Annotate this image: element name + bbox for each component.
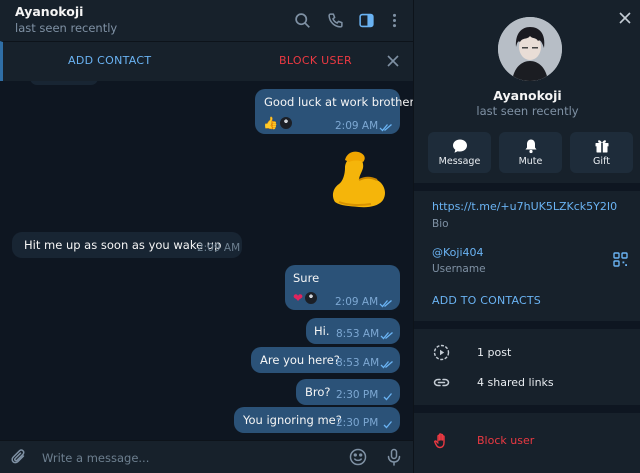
message-time: 2:09 AM: [197, 242, 241, 254]
microphone-icon[interactable]: [385, 448, 403, 466]
message-icon: [452, 139, 467, 153]
shared-links-row[interactable]: 4 shared links: [414, 369, 640, 397]
message-text: Sure: [293, 271, 320, 285]
attach-icon[interactable]: [11, 449, 27, 465]
reactor-avatar: [304, 290, 319, 305]
chat-header: Ayanokoji last seen recently: [0, 0, 413, 41]
message-text: Bro?: [305, 385, 331, 399]
reactor-avatar: [278, 115, 293, 130]
divider: [414, 405, 640, 413]
gift-button-label: Gift: [593, 156, 610, 167]
message-button[interactable]: Message: [428, 132, 491, 173]
gift-icon: [595, 140, 608, 153]
block-user-row[interactable]: Block user: [414, 427, 640, 455]
message-time: 2:09 AM: [335, 296, 379, 308]
message-text: Are you here?: [260, 353, 340, 367]
chat-title[interactable]: Ayanokoji: [15, 4, 83, 19]
message-time: 2:09 AM: [335, 120, 379, 132]
message-text: Hi.: [314, 324, 330, 338]
contact-action-bar: ADD CONTACT BLOCK USER: [0, 41, 413, 81]
block-user-button[interactable]: BLOCK USER: [279, 54, 352, 67]
profile-panel: Ayanokoji last seen recently Message Mut…: [413, 0, 640, 473]
username-value[interactable]: @Koji404: [432, 246, 484, 259]
close-icon[interactable]: [386, 54, 400, 68]
message-composer: [0, 440, 413, 473]
qr-code-icon[interactable]: [613, 252, 628, 267]
shared-links-count: 4 shared links: [477, 376, 554, 389]
message-bubble[interactable]: You ignoring me? 2:30 PM: [234, 407, 400, 433]
message-bubble[interactable]: Are you here? 8:53 AM: [251, 347, 400, 373]
hand-stop-icon: [434, 433, 445, 449]
post-icon: [433, 344, 450, 361]
close-icon[interactable]: [618, 11, 632, 25]
profile-name: Ayanokoji: [493, 88, 562, 103]
link-icon: [433, 378, 450, 387]
block-user-label: Block user: [477, 434, 535, 447]
search-icon[interactable]: [292, 10, 312, 30]
message-time: 2:30 PM: [336, 389, 379, 401]
double-check-icon: [380, 332, 393, 340]
divider: [414, 183, 640, 191]
message-bubble[interactable]: Hi. 8:53 AM: [306, 318, 400, 344]
divider: [414, 321, 640, 329]
sidebar-toggle-icon[interactable]: [356, 10, 376, 30]
avatar[interactable]: [498, 17, 562, 81]
chat-panel: Ayanokoji last seen recently ADD CONTACT…: [0, 0, 413, 473]
bio-label: Bio: [432, 218, 449, 230]
double-check-icon: [379, 124, 392, 132]
message-bubble[interactable]: Sure ❤ 2:09 AM: [285, 265, 400, 310]
posts-row[interactable]: 1 post: [414, 339, 640, 367]
more-icon[interactable]: [384, 10, 404, 30]
reaction-chip[interactable]: 👍: [263, 114, 293, 131]
check-icon: [383, 421, 392, 429]
invite-link[interactable]: https://t.me/+u7hUK5LZKck5Y2I0: [432, 200, 617, 213]
message-time: 2:30 PM: [336, 417, 379, 429]
flexed-biceps-sticker[interactable]: [319, 144, 391, 216]
add-contact-button[interactable]: ADD CONTACT: [68, 54, 151, 67]
message-text: You ignoring me?: [243, 413, 342, 427]
message-bubble[interactable]: Good luck at work brother 👍 2:09 AM: [255, 89, 413, 134]
check-icon: [383, 393, 392, 401]
gift-button[interactable]: Gift: [570, 132, 633, 173]
add-to-contacts-button[interactable]: ADD TO CONTACTS: [432, 294, 541, 307]
message-bubble-partial: [30, 81, 98, 85]
double-check-icon: [379, 300, 392, 308]
message-text: Hit me up as soon as you wake up: [24, 238, 222, 252]
message-input[interactable]: [42, 448, 332, 468]
message-bubble[interactable]: Bro? 2:30 PM: [296, 379, 400, 405]
phone-icon[interactable]: [325, 10, 345, 30]
emoji-icon[interactable]: [349, 448, 367, 466]
mute-button-label: Mute: [518, 156, 543, 167]
reaction-emoji: ❤: [293, 290, 304, 305]
message-list[interactable]: Good luck at work brother 👍 2:09 AM Hit …: [0, 81, 413, 440]
chat-status: last seen recently: [15, 21, 118, 35]
mute-button[interactable]: Mute: [499, 132, 562, 173]
message-time: 8:53 AM: [336, 357, 380, 369]
reaction-emoji: 👍: [263, 115, 278, 130]
reaction-chip[interactable]: ❤: [293, 289, 319, 306]
message-text: Good luck at work brother: [264, 95, 413, 109]
profile-status: last seen recently: [476, 104, 579, 118]
bell-icon: [525, 139, 536, 154]
username-label: Username: [432, 263, 486, 275]
message-time: 8:53 AM: [336, 328, 380, 340]
message-bubble[interactable]: Hit me up as soon as you wake up 2:09 AM: [12, 232, 242, 258]
message-button-label: Message: [438, 156, 481, 167]
double-check-icon: [380, 361, 393, 369]
posts-count: 1 post: [477, 346, 512, 359]
